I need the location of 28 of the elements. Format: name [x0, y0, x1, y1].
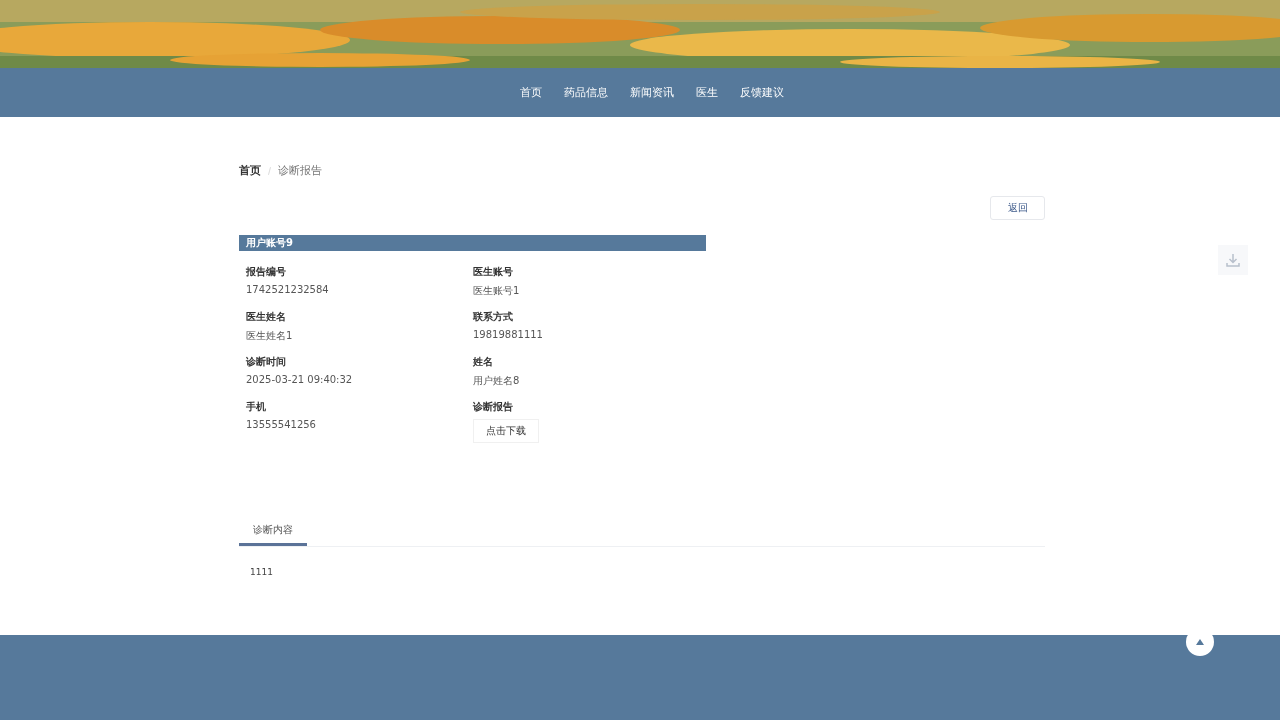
field-label: 报告编号	[246, 265, 286, 279]
back-button[interactable]: 返回	[990, 196, 1045, 220]
field-value: 用户姓名8	[473, 374, 520, 388]
up-arrow-icon	[1195, 638, 1205, 646]
download-button[interactable]: 点击下载	[473, 419, 539, 443]
field-value: 19819881111	[473, 329, 543, 340]
breadcrumb-link[interactable]: 诊断报告	[278, 163, 322, 178]
field-value: 1742521232584	[246, 284, 329, 295]
field-label: 姓名	[473, 355, 493, 369]
nav-link[interactable]: 新闻资讯	[626, 85, 678, 100]
nav-link[interactable]: 首页	[516, 85, 546, 100]
nav-link[interactable]: 药品信息	[560, 85, 612, 100]
field-value: 13555541256	[246, 419, 316, 430]
field-label: 联系方式	[473, 310, 513, 324]
tab[interactable]: 诊断内容	[239, 517, 307, 546]
field-value: 医生账号1	[473, 284, 520, 298]
field-label: 诊断报告	[473, 400, 513, 414]
field-label: 医生账号	[473, 265, 513, 279]
nav-link[interactable]: 医生	[692, 85, 722, 100]
field-label: 手机	[246, 400, 266, 414]
tab-content: 1111	[249, 566, 274, 579]
field-label: 诊断时间	[246, 355, 286, 369]
card-title: 用户账号9	[239, 235, 706, 251]
breadcrumb-link[interactable]: 首页	[239, 163, 261, 178]
field-value: 医生姓名1	[246, 329, 293, 343]
field-label: 医生姓名	[246, 310, 286, 324]
nav-link[interactable]: 反馈建议	[736, 85, 788, 100]
field-value: 2025-03-21 09:40:32	[246, 374, 353, 385]
